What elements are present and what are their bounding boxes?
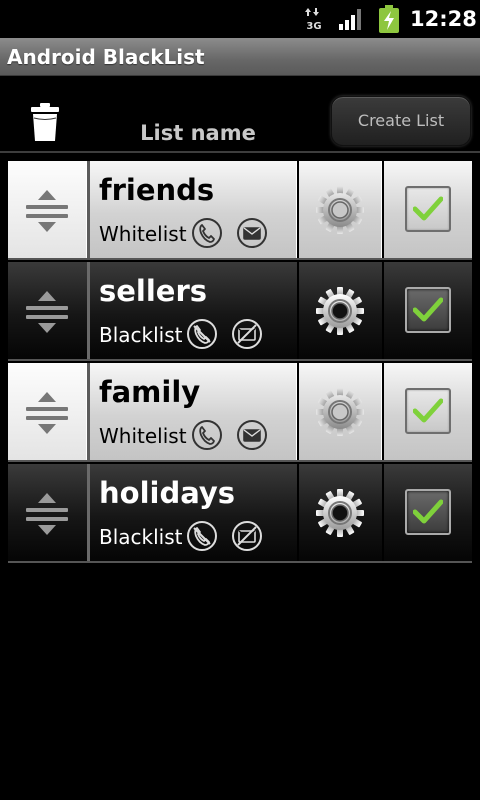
list-enabled-cell[interactable] <box>384 161 472 258</box>
list-enabled-cell[interactable] <box>384 262 472 359</box>
list-enabled-checkbox[interactable] <box>405 186 451 232</box>
drag-handle-cell[interactable] <box>8 161 87 258</box>
list-name: friends <box>99 173 215 207</box>
list-info-cell[interactable]: family Whitelist <box>90 363 297 460</box>
drag-handle-cell[interactable] <box>8 262 87 359</box>
call-allowed-icon[interactable] <box>191 419 223 451</box>
list-info-cell[interactable]: friends Whitelist <box>90 161 297 258</box>
list-enabled-checkbox[interactable] <box>405 489 451 535</box>
list-settings-cell[interactable] <box>299 363 382 460</box>
call-blocked-icon[interactable] <box>186 318 218 350</box>
sms-blocked-icon[interactable] <box>231 520 263 552</box>
list-row-sellers[interactable]: sellers Blacklist <box>8 262 472 361</box>
check-icon <box>413 398 443 423</box>
drag-handle-icon[interactable] <box>24 188 70 234</box>
title-bar: Android BlackList <box>0 38 480 76</box>
check-icon <box>413 297 443 322</box>
list-name: holidays <box>99 476 236 510</box>
status-bar: 3G 12:28 <box>0 0 480 38</box>
list-header: List name Create List <box>0 76 480 153</box>
gear-icon[interactable] <box>315 387 365 437</box>
drag-handle-cell[interactable] <box>8 464 87 561</box>
create-list-button[interactable]: Create List <box>331 96 471 146</box>
signal-strength-icon <box>339 9 361 30</box>
status-clock: 12:28 <box>410 7 477 31</box>
check-icon <box>413 499 443 524</box>
drag-handle-icon[interactable] <box>24 289 70 335</box>
sms-blocked-icon[interactable] <box>231 318 263 350</box>
list-type: Blacklist <box>99 525 183 549</box>
list-name: sellers <box>99 274 208 308</box>
check-icon <box>413 196 443 221</box>
list-enabled-cell[interactable] <box>384 363 472 460</box>
gear-icon[interactable] <box>315 185 365 235</box>
trash-icon[interactable] <box>30 103 60 141</box>
network-3g-icon: 3G <box>305 8 322 31</box>
list-row-family[interactable]: family Whitelist <box>8 363 472 462</box>
drag-handle-icon[interactable] <box>24 390 70 436</box>
gear-icon[interactable] <box>315 286 365 336</box>
column-header-list-name: List name <box>140 121 256 145</box>
gear-icon[interactable] <box>315 488 365 538</box>
list-settings-cell[interactable] <box>299 464 382 561</box>
drag-handle-cell[interactable] <box>8 363 87 460</box>
list-enabled-cell[interactable] <box>384 464 472 561</box>
list-name: family <box>99 375 201 409</box>
svg-text:3G: 3G <box>306 21 321 31</box>
call-allowed-icon[interactable] <box>191 217 223 249</box>
list-row-holidays[interactable]: holidays Blacklist <box>8 464 472 563</box>
list-settings-cell[interactable] <box>299 262 382 359</box>
list-type: Whitelist <box>99 424 187 448</box>
drag-handle-icon[interactable] <box>24 491 70 537</box>
list-type: Blacklist <box>99 323 183 347</box>
list-info-cell[interactable]: holidays Blacklist <box>90 464 297 561</box>
list-row-friends[interactable]: friends Whitelist <box>8 161 472 260</box>
list-info-cell[interactable]: sellers Blacklist <box>90 262 297 359</box>
list-settings-cell[interactable] <box>299 161 382 258</box>
call-blocked-icon[interactable] <box>186 520 218 552</box>
battery-charging-icon <box>379 5 399 33</box>
list-enabled-checkbox[interactable] <box>405 287 451 333</box>
sms-allowed-icon[interactable] <box>236 217 268 249</box>
app-title: Android BlackList <box>7 45 205 69</box>
sms-allowed-icon[interactable] <box>236 419 268 451</box>
list-type: Whitelist <box>99 222 187 246</box>
list-enabled-checkbox[interactable] <box>405 388 451 434</box>
